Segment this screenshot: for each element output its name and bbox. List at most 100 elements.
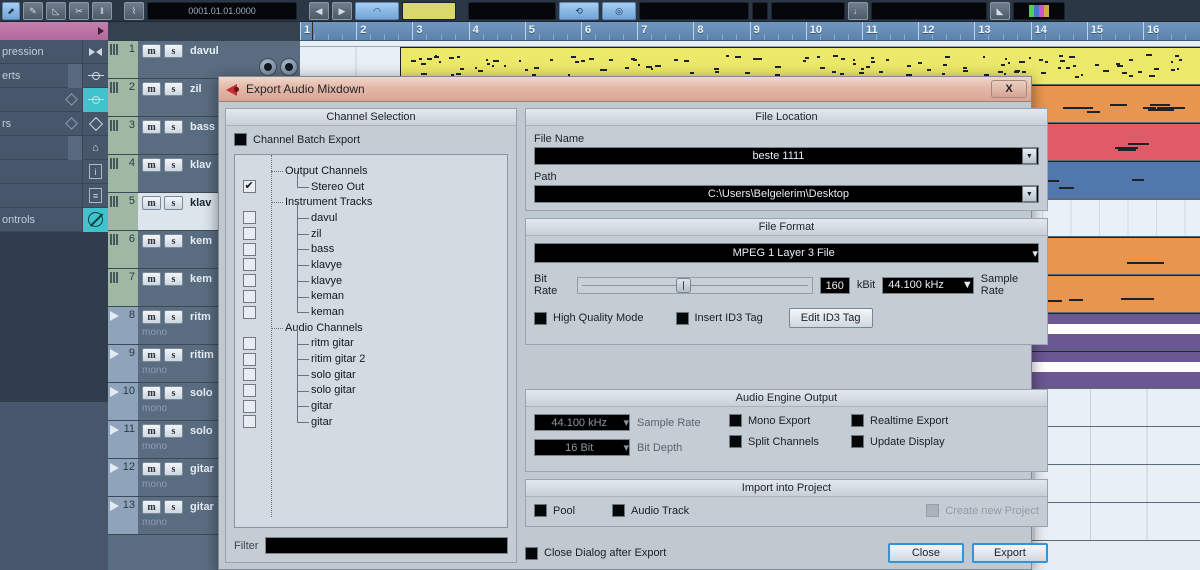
bit-rate-value[interactable]: 160: [819, 276, 850, 294]
engine-bit-depth-combo[interactable]: 16 Bit ▾: [534, 439, 630, 456]
close-icon[interactable]: X: [991, 80, 1027, 98]
track-number-cell[interactable]: 12: [108, 459, 138, 496]
channel-item-label[interactable]: keman: [263, 296, 507, 320]
engine-sample-rate-combo[interactable]: 44.100 kHz ▾: [534, 414, 630, 431]
nudge-right-icon[interactable]: ▶: [332, 2, 352, 20]
channel-item-label[interactable]: zil: [263, 217, 507, 242]
track-name[interactable]: davul: [190, 44, 298, 57]
notepad-icon[interactable]: ≡: [82, 183, 108, 208]
track-number-cell[interactable]: 9: [108, 345, 138, 382]
mute-button[interactable]: m: [142, 310, 161, 324]
mute-button[interactable]: m: [142, 82, 161, 96]
track-number-cell[interactable]: 11: [108, 421, 138, 458]
edit-id3-tag-button[interactable]: Edit ID3 Tag: [788, 308, 873, 328]
inspector-item-sends[interactable]: rs: [0, 111, 108, 136]
track-number-cell[interactable]: 10: [108, 383, 138, 420]
mute-button[interactable]: m: [142, 196, 161, 210]
timeline-ruler[interactable]: 1 2 3 4 5 6 7 8 9 10 11 12 13 14 15 16: [300, 22, 1200, 41]
channel-batch-export-row[interactable]: Channel Batch Export: [234, 133, 508, 146]
solo-button[interactable]: s: [164, 82, 183, 96]
mute-button[interactable]: m: [142, 44, 161, 58]
update-display-row[interactable]: Update Display: [851, 435, 973, 448]
chevron-down-icon[interactable]: ▼: [1021, 148, 1037, 164]
channel-item-label[interactable]: keman: [263, 280, 507, 305]
loop-marker-icon[interactable]: ◠: [355, 2, 399, 20]
channel-item-label[interactable]: ritim gitar 2: [263, 343, 507, 367]
color-palette[interactable]: [1013, 2, 1065, 20]
mute-button[interactable]: m: [142, 424, 161, 438]
mute-button[interactable]: m: [142, 386, 161, 400]
high-quality-mode-checkbox[interactable]: [534, 311, 547, 325]
track-number-cell[interactable]: 13: [108, 497, 138, 534]
split-channels-checkbox[interactable]: [729, 435, 742, 448]
mute-button[interactable]: m: [142, 272, 161, 286]
solo-button[interactable]: s: [164, 120, 183, 134]
file-name-combo[interactable]: beste 1111 ▼: [534, 147, 1039, 165]
close-dialog-after-export-checkbox[interactable]: [525, 546, 538, 560]
sends-icon[interactable]: [82, 111, 108, 136]
split-tool-icon[interactable]: ✂: [69, 2, 89, 20]
channel-checkbox[interactable]: [242, 242, 256, 256]
track-number-cell[interactable]: 7: [108, 269, 138, 306]
track-number-cell[interactable]: 3: [108, 117, 138, 154]
update-display-checkbox[interactable]: [851, 435, 864, 448]
chevron-down-icon[interactable]: ▼: [1021, 186, 1037, 202]
inspector-item-info[interactable]: i: [0, 159, 108, 184]
inspector-item-quick-controls[interactable]: ontrols: [0, 207, 108, 232]
channel-item-label[interactable]: klavye: [263, 264, 507, 289]
bar-beat-display[interactable]: [771, 2, 845, 20]
mute-button[interactable]: m: [142, 500, 161, 514]
mute-tool-icon[interactable]: ‖: [92, 2, 112, 20]
snap-toggle-icon[interactable]: ⌇: [124, 2, 144, 20]
channel-checkbox[interactable]: [242, 179, 256, 194]
automation-icon[interactable]: ◣: [990, 2, 1010, 20]
insert-id3-tag-checkbox[interactable]: [675, 311, 689, 325]
channel-checkbox[interactable]: [242, 289, 256, 303]
inspector-item-notepad[interactable]: ≡: [0, 183, 108, 208]
channel-checkbox[interactable]: [242, 399, 256, 413]
track-number-cell[interactable]: 6: [108, 231, 138, 268]
transport-loop-icon[interactable]: ◎: [602, 2, 636, 20]
path-combo[interactable]: C:\Users\Belgelerim\Desktop ▼: [534, 185, 1039, 203]
insert-icon[interactable]: [82, 63, 108, 88]
marker-color-swatch[interactable]: [402, 2, 456, 20]
audio-track-checkbox[interactable]: [612, 504, 625, 517]
track-row[interactable]: 1 m s davul: [108, 41, 300, 79]
channel-item-label[interactable]: Stereo Out: [263, 170, 507, 195]
chevron-down-icon[interactable]: ▾: [623, 416, 629, 429]
tempo-display[interactable]: [639, 2, 749, 20]
record-enable-button[interactable]: [259, 58, 277, 76]
inspector-header[interactable]: [0, 22, 108, 40]
pool-checkbox[interactable]: [534, 504, 547, 517]
solo-button[interactable]: s: [164, 424, 183, 438]
solo-button[interactable]: s: [164, 500, 183, 514]
channel-item-label[interactable]: ritm gitar: [263, 327, 507, 352]
mono-export-row[interactable]: Mono Export: [729, 414, 851, 427]
eq-icon[interactable]: [82, 87, 108, 112]
inspector-item-eq[interactable]: [0, 87, 108, 112]
track-number-cell[interactable]: 2: [108, 79, 138, 116]
inspector-item-inserts[interactable]: erts: [0, 63, 108, 88]
inspector-item-routing[interactable]: ⌂: [0, 135, 108, 160]
format-sample-rate-combo[interactable]: 44.100 kHz ▼: [882, 276, 974, 294]
quick-controls-icon[interactable]: [82, 207, 108, 232]
channel-group-label[interactable]: Instrument Tracks: [263, 194, 507, 210]
file-format-combo[interactable]: MPEG 1 Layer 3 File ▾: [534, 243, 1039, 263]
channel-group-label[interactable]: Audio Channels: [263, 320, 507, 336]
time-signature-display[interactable]: [752, 2, 768, 20]
close-dialog-after-export-row[interactable]: Close Dialog after Export: [525, 546, 888, 560]
chevron-down-icon[interactable]: ▼: [962, 279, 973, 291]
audio-track-row[interactable]: Audio Track: [612, 504, 926, 517]
routing-icon[interactable]: ⌂: [82, 135, 108, 160]
channel-item-label[interactable]: klavye: [263, 249, 507, 273]
channel-batch-export-checkbox[interactable]: [234, 133, 247, 146]
monitor-button[interactable]: [280, 58, 298, 76]
mute-button[interactable]: m: [142, 158, 161, 172]
left-locator-display[interactable]: [468, 2, 556, 20]
metronome-icon[interactable]: ♩: [848, 2, 868, 20]
filter-input[interactable]: [265, 537, 508, 554]
channel-item-label[interactable]: gitar: [263, 406, 507, 430]
chevron-down-icon[interactable]: ▾: [623, 441, 629, 454]
solo-button[interactable]: s: [164, 44, 183, 58]
solo-button[interactable]: s: [164, 234, 183, 248]
